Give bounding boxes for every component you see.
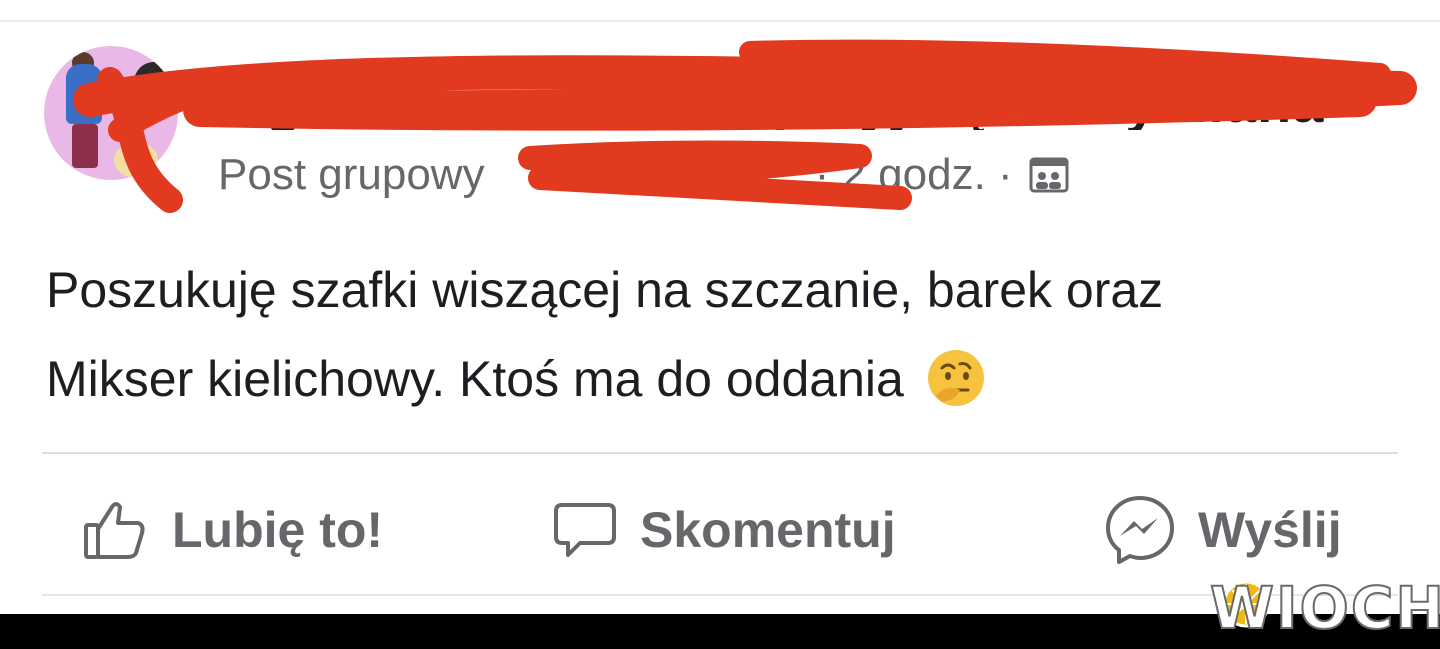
comment-button[interactable]: Skomentuj [552, 490, 896, 570]
watermark-text: WIOCHA [1209, 573, 1440, 643]
like-label: Lubię to! [172, 502, 384, 558]
thumbs-up-icon [84, 502, 145, 559]
like-button[interactable]: Lubię to! [80, 490, 383, 570]
messenger-icon [1106, 496, 1174, 564]
actions-divider [42, 452, 1398, 454]
post-text-line-1: Poszukuję szafki wiszącej na szczanie, b… [46, 262, 1164, 318]
avatar-person-legs [72, 124, 98, 168]
post-time[interactable]: · 2 godz. · [815, 150, 1013, 200]
post-body: Poszukuję szafki wiszącej na szczanie, b… [46, 246, 1416, 424]
avatar-second-person [134, 62, 174, 102]
comment-label: Skomentuj [640, 502, 896, 558]
group-audience-icon [1029, 157, 1069, 193]
post-meta: Post grupowy · 2 godz. · [218, 150, 1069, 200]
group-post-label: Post grupowy [218, 150, 485, 199]
send-label: Wyślij [1198, 502, 1342, 558]
thinking-face-emoji [927, 350, 984, 406]
avatar[interactable] [44, 46, 178, 180]
comment-bubble-icon [554, 503, 616, 557]
avatar-person-body [66, 64, 102, 124]
top-divider [0, 20, 1440, 22]
post-text-line-2: Mikser kielichowy. Ktoś ma do oddania [46, 351, 904, 407]
send-button[interactable]: Wyślij [1104, 490, 1342, 570]
avatar-item [114, 142, 158, 178]
author-name-redacted[interactable]: Ogłoszenie: oddam przyjmę — wymiana [222, 70, 1382, 130]
